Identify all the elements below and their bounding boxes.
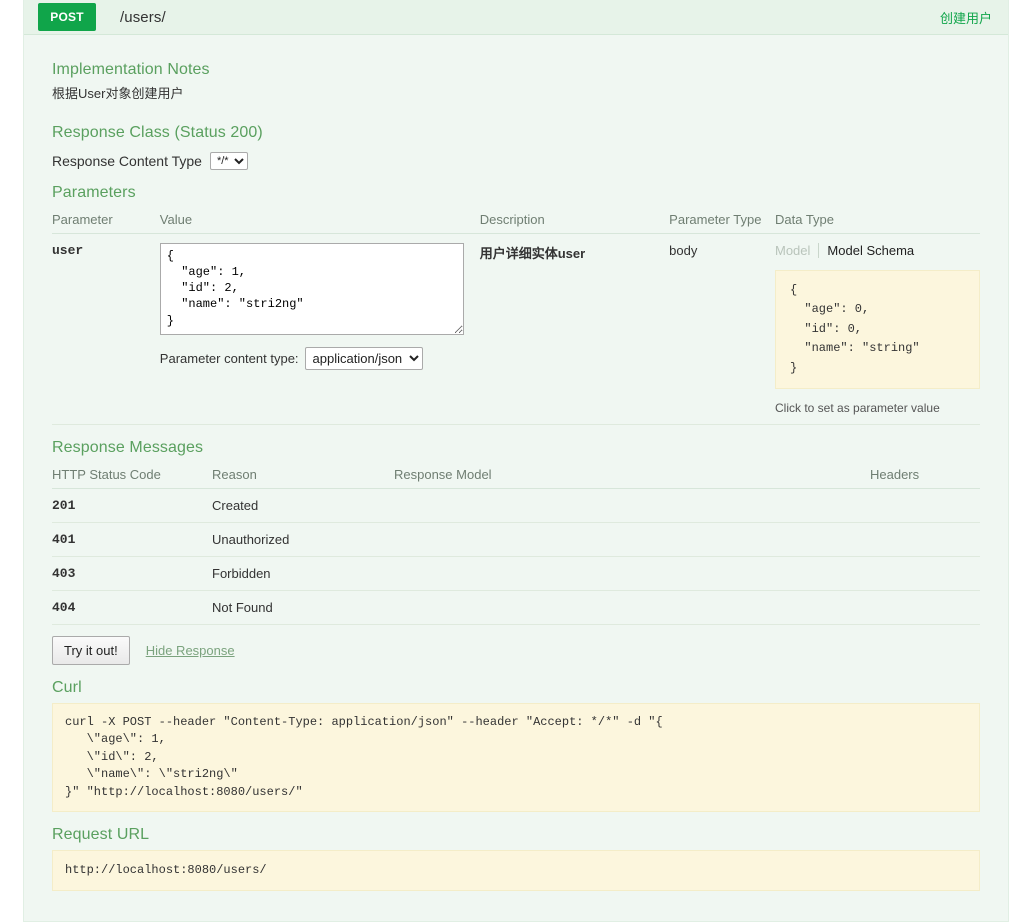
th-value: Value (159, 207, 480, 234)
tab-model-schema[interactable]: Model Schema (818, 242, 922, 258)
http-method-badge: POST (38, 3, 96, 31)
response-messages-table: HTTP Status Code Reason Response Model H… (52, 463, 980, 626)
parameter-value-input[interactable]: { "age": 1, "id": 2, "name": "stri2ng" } (159, 242, 464, 335)
response-class-title: Response Class (Status 200) (52, 123, 263, 141)
th-description: Description (479, 207, 670, 234)
table-row: 403 Forbidden (52, 556, 980, 592)
response-reason: Created (212, 488, 394, 524)
response-model (394, 590, 870, 626)
operation-body: Implementation Notes 根据User对象创建用户 Respon… (24, 35, 1008, 921)
request-url-title: Request URL (52, 825, 150, 843)
response-content-type-row: Response Content Type */* (52, 151, 980, 170)
parameters-title: Parameters (52, 183, 136, 201)
table-row: 404 Not Found (52, 590, 980, 626)
parameter-type: body (669, 233, 775, 426)
response-headers (870, 488, 980, 524)
model-schema-hint: Click to set as parameter value (775, 401, 940, 416)
response-messages-header-row: HTTP Status Code Reason Response Model H… (52, 463, 980, 490)
request-url-value: http://localhost:8080/users/ (52, 849, 980, 892)
curl-title: Curl (52, 679, 82, 697)
table-row: user { "age": 1, "id": 2, "name": "stri2… (52, 233, 980, 426)
parameter-data-type-cell: Model Model Schema { "age": 0, "id": 0, … (775, 233, 980, 426)
th-data-type: Data Type (775, 207, 980, 234)
th-headers: Headers (870, 463, 980, 490)
response-messages-body: 201 Created 401 Unauthorized 403 Forbidd… (52, 488, 980, 626)
response-headers (870, 522, 980, 558)
parameters-table: Parameter Value Description Parameter Ty… (52, 207, 980, 426)
response-headers (870, 590, 980, 626)
response-model (394, 522, 870, 558)
implementation-notes-title: Implementation Notes (52, 61, 210, 78)
response-reason: Not Found (212, 590, 394, 626)
operation-path: /users/ (120, 8, 166, 26)
response-code: 401 (52, 522, 212, 558)
parameter-name: user (52, 233, 160, 426)
response-reason: Unauthorized (212, 522, 394, 558)
response-reason: Forbidden (212, 556, 394, 592)
operation-summary: 创建用户 (939, 10, 992, 26)
response-code: 403 (52, 556, 212, 592)
actions-row: Try it out! Hide Response (52, 636, 980, 666)
th-parameter: Parameter (52, 207, 160, 234)
model-tabs: Model Model Schema (775, 242, 980, 258)
parameter-content-type-label: Parameter content type: (159, 350, 299, 366)
implementation-notes-text: 根据User对象创建用户 (52, 86, 184, 101)
response-code: 201 (52, 488, 212, 524)
response-code: 404 (52, 590, 212, 626)
hide-response-link[interactable]: Hide Response (146, 643, 235, 658)
parameter-content-type-row: Parameter content type: application/json (159, 346, 480, 370)
th-response-model: Response Model (394, 463, 870, 490)
operation-heading[interactable]: POST /users/ 创建用户 (24, 0, 1008, 35)
th-http-status-code: HTTP Status Code (52, 463, 212, 490)
table-row: 401 Unauthorized (52, 522, 980, 558)
response-headers (870, 556, 980, 592)
th-reason: Reason (212, 463, 394, 490)
operation-panel: POST /users/ 创建用户 Implementation Notes 根… (23, 0, 1009, 922)
parameter-value-cell: { "age": 1, "id": 2, "name": "stri2ng" }… (159, 233, 480, 426)
parameter-description: 用户详细实体user (479, 233, 670, 426)
tab-model[interactable]: Model (775, 243, 818, 258)
table-row: 201 Created (52, 488, 980, 524)
response-messages-title: Response Messages (52, 439, 204, 457)
response-model (394, 488, 870, 524)
try-it-out-button[interactable]: Try it out! (52, 636, 130, 666)
response-content-type-select[interactable]: */* (209, 151, 248, 170)
curl-command: curl -X POST --header "Content-Type: app… (52, 703, 980, 812)
response-model (394, 556, 870, 592)
parameter-content-type-select[interactable]: application/json (304, 346, 423, 370)
response-content-type-label: Response Content Type (52, 152, 202, 169)
th-parameter-type: Parameter Type (669, 207, 775, 234)
parameters-header-row: Parameter Value Description Parameter Ty… (52, 207, 980, 234)
model-schema-snippet[interactable]: { "age": 0, "id": 0, "name": "string" } (775, 269, 980, 390)
